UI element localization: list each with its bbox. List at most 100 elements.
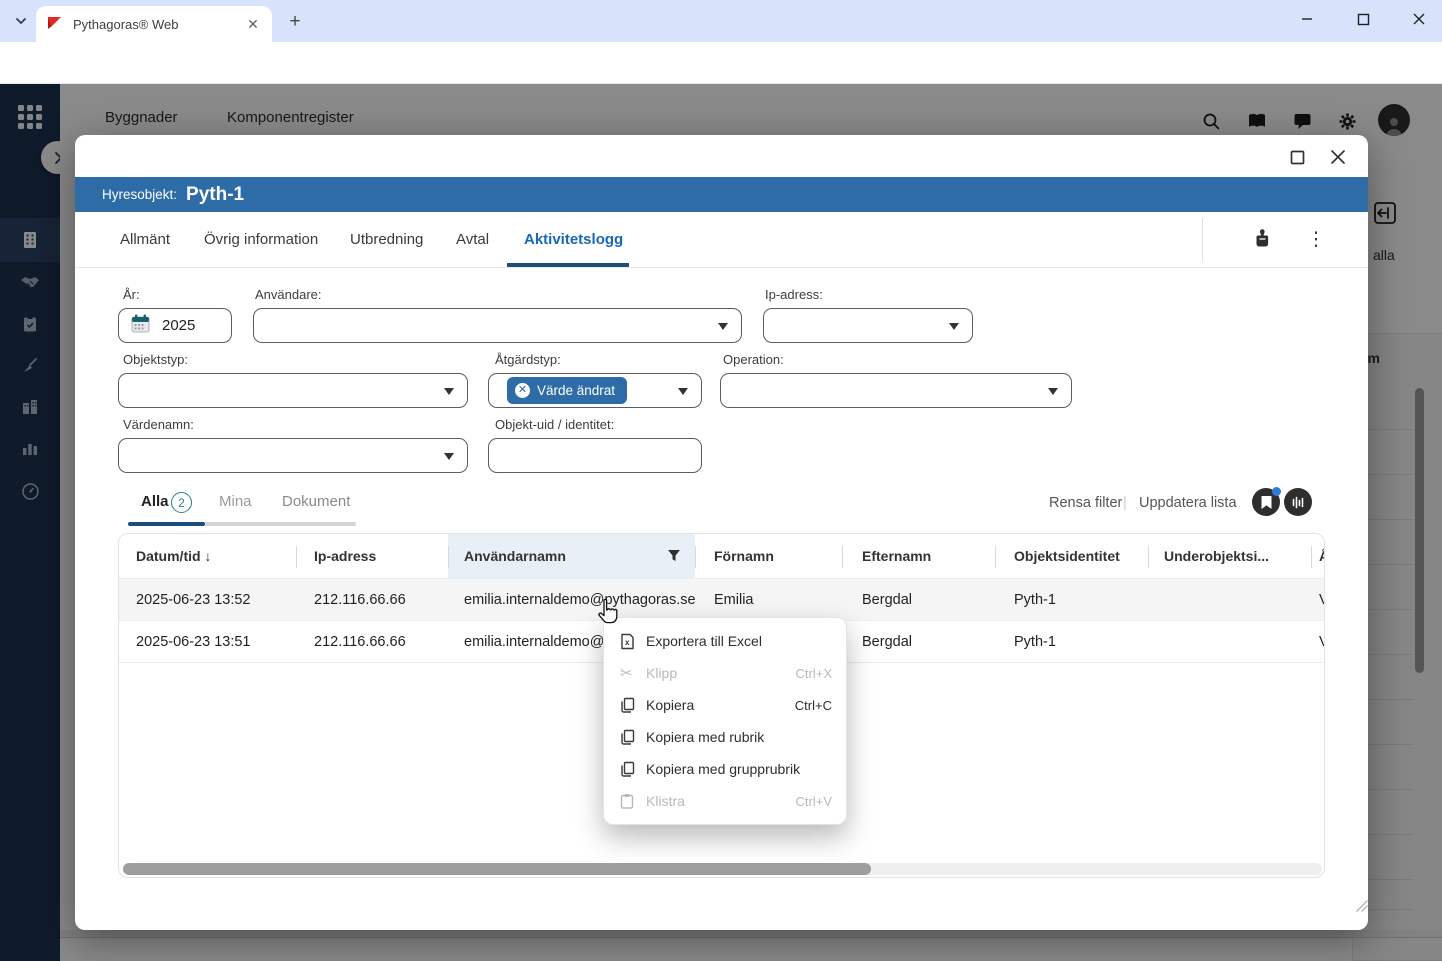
operation-dropdown[interactable]: [720, 373, 1072, 408]
objecttype-dropdown[interactable]: [118, 373, 468, 408]
actions-divider: |: [1123, 495, 1127, 511]
valuename-dropdown[interactable]: [118, 438, 468, 473]
tab-utbredning[interactable]: Utbredning: [350, 231, 423, 248]
list-tab-alla[interactable]: Alla: [141, 493, 169, 510]
objecttype-label: Objektstyp:: [123, 352, 188, 367]
user-filter-dropdown[interactable]: [253, 308, 742, 343]
col-fornamn[interactable]: Förnamn: [714, 548, 774, 564]
list-tab-track: [205, 522, 356, 526]
cell-fornamn: Emilia: [714, 592, 753, 608]
col-anvandarnamn[interactable]: Användarnamn: [464, 548, 566, 564]
ip-filter-dropdown[interactable]: [763, 308, 973, 343]
stamp-icon[interactable]: [1249, 226, 1275, 252]
screen: Pythagoras® Web ✕ + internaldemo.dev.pyt…: [0, 0, 1442, 961]
cell-objektsidentitet: Pyth-1: [1014, 634, 1056, 650]
resize-handle[interactable]: [1352, 896, 1368, 917]
refresh-list-link[interactable]: Uppdatera lista: [1139, 495, 1237, 511]
window-minimize-button[interactable]: [1292, 4, 1322, 34]
operation-label: Operation:: [723, 352, 784, 367]
actiontype-chip[interactable]: ✕ Värde ändrat: [507, 377, 627, 404]
browser-tab[interactable]: Pythagoras® Web ✕: [36, 6, 272, 42]
chevron-down-icon: [949, 323, 959, 330]
favicon-pennant-icon: [46, 16, 63, 32]
context-menu: x Exportera till Excel ✂ Klipp Ctrl+X Ko…: [603, 617, 847, 825]
clear-filter-link[interactable]: Rensa filter: [1049, 495, 1122, 511]
tab-avtal[interactable]: Avtal: [456, 231, 489, 248]
tab-search-chevron-icon[interactable]: [8, 8, 34, 34]
year-value[interactable]: 2025: [162, 317, 195, 334]
new-tab-button[interactable]: +: [283, 10, 307, 34]
cell-anvandarnamn: emilia.internaldemo@pythagoras.se: [464, 592, 696, 608]
cell-datum: 2025-06-23 13:52: [136, 592, 251, 608]
horizontal-scrollbar-thumb[interactable]: [123, 863, 871, 875]
tabs-divider: [1202, 218, 1203, 261]
clipboard-icon: [620, 793, 646, 809]
tab-close-icon[interactable]: ✕: [244, 15, 262, 33]
tab-ovrig-information[interactable]: Övrig information: [204, 231, 318, 248]
window-close-button[interactable]: [1404, 4, 1434, 34]
cell-efternamn: Bergdal: [862, 634, 912, 650]
table-row[interactable]: 2025-06-23 13:52 212.116.66.66 emilia.in…: [119, 579, 1325, 621]
chip-remove-icon[interactable]: ✕: [515, 383, 530, 398]
chevron-down-icon: [1048, 388, 1058, 395]
dialog-close-button[interactable]: [1324, 143, 1352, 171]
copy-icon: [620, 761, 646, 777]
col-ip-adress[interactable]: Ip-adress: [314, 548, 376, 564]
cell-datum: 2025-06-23 13:51: [136, 634, 251, 650]
menu-item-copy-with-header[interactable]: Kopiera med rubrik: [604, 721, 846, 753]
browser-toolbar: internaldemo.dev.pythagoras.se/pythagora…: [0, 42, 1442, 84]
copy-icon: [620, 697, 646, 713]
cell-objektsidentitet: Pyth-1: [1014, 592, 1056, 608]
tabs-bottom-divider: [75, 267, 1368, 268]
dialog-titlebar: Hyresobjekt: Pyth-1: [75, 177, 1368, 212]
bookmark-notification-dot: [1272, 487, 1281, 496]
menu-item-copy-with-group-header[interactable]: Kopiera med grupprubrik: [604, 753, 846, 785]
cell-atgardstyp-partial: V: [1319, 592, 1325, 608]
actiontype-label: Åtgärdstyp:: [495, 352, 561, 367]
dialog-menu-kebab-icon[interactable]: ⋮: [1303, 226, 1329, 252]
cell-ip: 212.116.66.66: [314, 634, 406, 650]
col-datum-tid[interactable]: Datum/tid ↓: [136, 548, 211, 564]
dialog-title-label: Hyresobjekt:: [102, 187, 177, 202]
actiontype-dropdown[interactable]: ✕ Värde ändrat: [488, 373, 702, 408]
sort-desc-icon[interactable]: ↓: [204, 548, 211, 564]
calendar-icon: [130, 313, 151, 339]
col-atgardstyp-partial[interactable]: Å: [1319, 548, 1325, 564]
dialog-tabs: Allmänt Övrig information Utbredning Avt…: [75, 212, 1368, 267]
objectuid-label: Objekt-uid / identitet:: [495, 417, 614, 432]
copy-icon: [620, 729, 646, 745]
dialog-maximize-button[interactable]: [1283, 143, 1311, 171]
excel-file-icon: x: [620, 633, 646, 650]
chip-label: Värde ändrat: [537, 383, 615, 398]
menu-item-cut[interactable]: ✂ Klipp Ctrl+X: [604, 657, 846, 689]
browser-tabstrip: Pythagoras® Web ✕ +: [0, 0, 1442, 42]
year-label: År:: [123, 287, 140, 302]
cell-ip: 212.116.66.66: [314, 592, 406, 608]
list-tab-mina[interactable]: Mina: [219, 493, 252, 510]
col-underobjektsi[interactable]: Underobjektsi...: [1164, 548, 1269, 564]
ip-filter-label: Ip-adress:: [765, 287, 823, 302]
col-efternamn[interactable]: Efternamn: [862, 548, 931, 564]
bookmark-filter-button[interactable]: [1252, 488, 1280, 516]
dialog-title-value: Pyth-1: [186, 184, 244, 206]
tab-allmant[interactable]: Allmänt: [120, 231, 170, 248]
tab-aktivitetslogg[interactable]: Aktivitetslogg: [524, 231, 623, 248]
col-objektsidentitet[interactable]: Objektsidentitet: [1014, 548, 1120, 564]
chevron-down-icon: [718, 323, 728, 330]
chevron-down-icon: [444, 388, 454, 395]
window-maximize-button[interactable]: [1348, 4, 1378, 34]
menu-item-export-excel[interactable]: x Exportera till Excel: [604, 625, 846, 657]
list-tab-dokument[interactable]: Dokument: [282, 493, 350, 510]
objectuid-input[interactable]: [488, 438, 702, 473]
year-field[interactable]: 2025: [118, 308, 232, 343]
alla-count-badge: 2: [171, 492, 192, 513]
menu-item-copy[interactable]: Kopiera Ctrl+C: [604, 689, 846, 721]
chevron-down-icon: [678, 388, 688, 395]
filter-funnel-icon[interactable]: [667, 549, 681, 568]
column-settings-button[interactable]: [1284, 488, 1312, 516]
menu-item-paste[interactable]: Klistra Ctrl+V: [604, 785, 846, 817]
mouse-pointer-hand-cursor: [596, 598, 620, 631]
horizontal-scrollbar-track[interactable]: [123, 863, 1322, 875]
scissors-icon: ✂: [620, 664, 646, 682]
cell-efternamn: Bergdal: [862, 592, 912, 608]
